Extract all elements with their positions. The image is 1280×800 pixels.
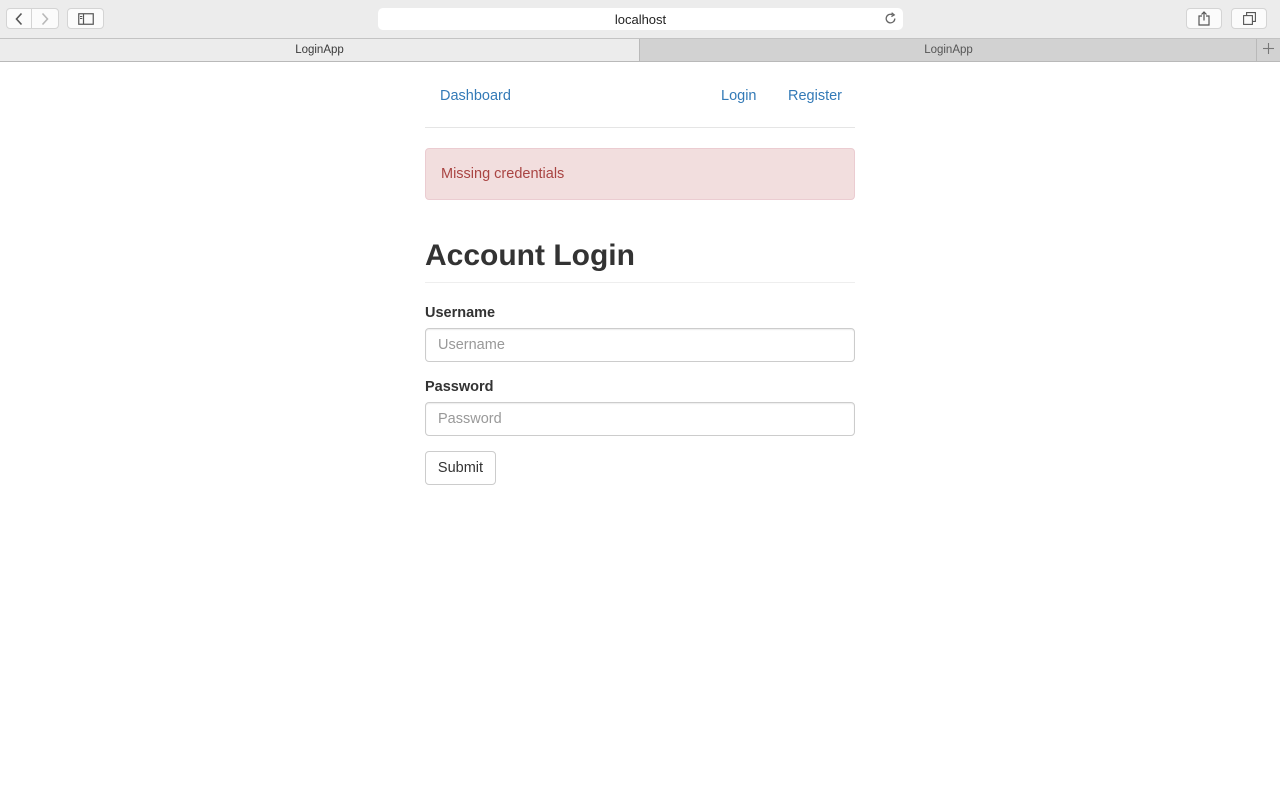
tabs-overview-button[interactable]: [1231, 8, 1267, 29]
new-tab-icon: [1263, 41, 1274, 59]
tab-loginapp[interactable]: LoginApp: [641, 39, 1256, 61]
page-title: Account Login: [425, 239, 635, 272]
submit-button[interactable]: Submit: [425, 451, 496, 485]
password-label: Password: [425, 379, 494, 395]
reload-icon[interactable]: [884, 12, 897, 28]
error-alert: Missing credentials: [425, 148, 855, 200]
back-icon: [14, 12, 24, 26]
forward-icon: [40, 12, 50, 26]
tabs-overview-icon: [1242, 12, 1256, 25]
sidebar-button[interactable]: [67, 8, 104, 29]
tab-title: LoginApp: [924, 44, 973, 56]
tab-bar: LoginApp LoginApp: [0, 38, 1280, 62]
share-icon: [1198, 11, 1210, 26]
nav-dashboard-link[interactable]: Dashboard: [440, 88, 511, 104]
share-button[interactable]: [1186, 8, 1222, 29]
error-alert-message: Missing credentials: [441, 166, 565, 182]
top-nav: Dashboard Login Register: [425, 62, 855, 128]
username-label: Username: [425, 305, 496, 321]
back-button[interactable]: [6, 8, 32, 29]
url-text: localhost: [614, 11, 667, 27]
page-container: Dashboard Login Register Missing credent…: [425, 62, 855, 485]
title-divider: [425, 282, 855, 283]
tab-loginapp-active[interactable]: LoginApp: [0, 39, 640, 61]
nav-register-link[interactable]: Register: [788, 88, 842, 104]
nav-login-link[interactable]: Login: [721, 88, 756, 104]
sidebar-icon: [77, 12, 94, 25]
browser-toolbar: localhost: [0, 0, 1280, 38]
username-input[interactable]: [425, 328, 855, 362]
address-bar[interactable]: localhost: [378, 8, 903, 30]
new-tab-button[interactable]: [1256, 39, 1280, 61]
forward-button[interactable]: [32, 8, 59, 29]
password-input[interactable]: [425, 402, 855, 436]
tab-title: LoginApp: [295, 44, 344, 56]
